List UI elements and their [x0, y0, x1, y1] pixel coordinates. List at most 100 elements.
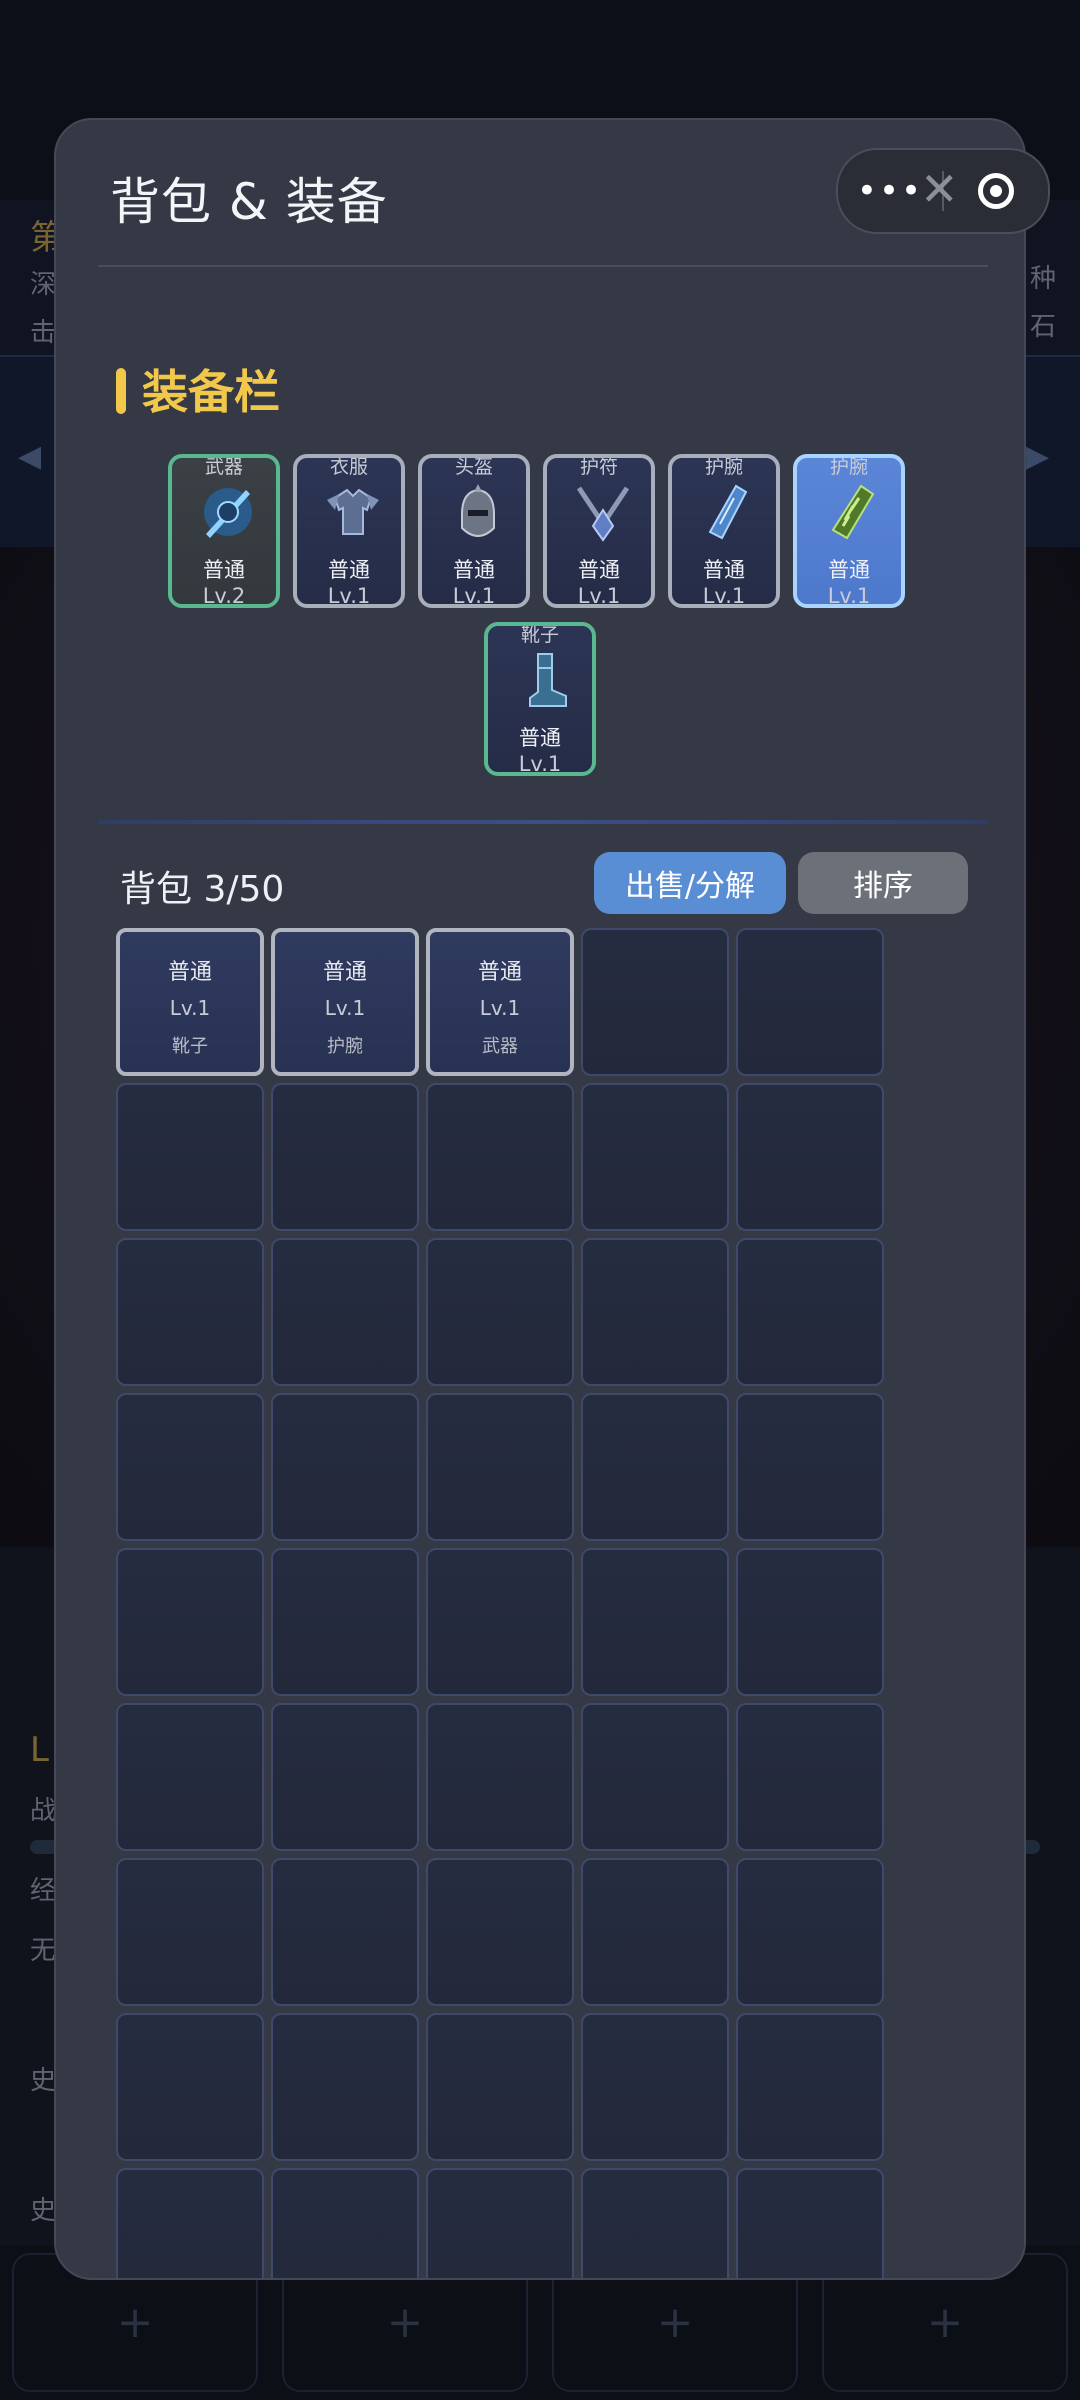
equip-slot-level: Lv.1	[827, 584, 871, 608]
equip-slot-rarity: 普通	[578, 558, 620, 582]
equip-slot-level: Lv.1	[702, 584, 746, 608]
bag-slot[interactable]	[426, 1238, 574, 1386]
bag-item[interactable]: 普通 Lv.1 护腕	[271, 928, 419, 1076]
background-text-fragment: 史	[30, 2196, 57, 2226]
equip-slot-type: 护符	[579, 456, 618, 478]
bag-slot[interactable]	[581, 1083, 729, 1231]
helmet-icon	[461, 484, 495, 538]
bag-slot[interactable]	[116, 2013, 264, 2161]
bag-slot[interactable]	[271, 2013, 419, 2161]
bag-slot[interactable]	[426, 2168, 574, 2278]
background-text-fragment: 无	[30, 1936, 57, 1966]
bag-slot[interactable]	[736, 1393, 884, 1541]
bag-item-level: Lv.1	[479, 996, 521, 1020]
right-arrow-icon: ▶	[1026, 439, 1050, 474]
bag-title: 背包 3/50	[120, 869, 285, 910]
bag-slot[interactable]	[271, 1548, 419, 1696]
equip-slot-clothes[interactable]: 衣服 普通 Lv.1	[293, 454, 405, 608]
bag-slot[interactable]	[271, 2168, 419, 2278]
bag-slot[interactable]	[116, 1238, 264, 1386]
sell-dismantle-button[interactable]: 出售/分解	[594, 852, 786, 914]
bag-slot[interactable]	[271, 1393, 419, 1541]
bag-slot[interactable]	[736, 1238, 884, 1386]
equip-slot-rarity: 普通	[703, 558, 745, 582]
bag-slot[interactable]	[736, 1548, 884, 1696]
bag-item-rarity: 普通	[477, 960, 522, 985]
equip-slot-rarity: 普通	[519, 726, 561, 750]
equip-slot-rarity: 普通	[328, 558, 370, 582]
bag-slot[interactable]	[426, 1548, 574, 1696]
bag-slot[interactable]	[581, 928, 729, 1076]
bag-item-level: Lv.1	[324, 996, 366, 1020]
bag-slot[interactable]	[581, 1858, 729, 2006]
armor-icon	[327, 488, 379, 535]
close-icon[interactable]: ✕	[920, 166, 959, 212]
bag-item-type: 护腕	[327, 1036, 363, 1057]
bag-slot[interactable]	[426, 1393, 574, 1541]
sword-shield-icon	[204, 488, 252, 538]
bag-slot[interactable]	[736, 1083, 884, 1231]
equip-slot-rarity: 普通	[828, 558, 870, 582]
bag-item-rarity: 普通	[167, 960, 212, 985]
equip-slot-amulet[interactable]: 护符 普通 Lv.1	[543, 454, 655, 608]
equip-slot-type: 靴子	[520, 624, 559, 646]
bag-slot[interactable]	[271, 1083, 419, 1231]
bag-slot[interactable]	[271, 1238, 419, 1386]
equip-slot-type: 头盔	[454, 456, 493, 478]
section-divider	[98, 820, 988, 824]
bag-slot[interactable]	[116, 1083, 264, 1231]
bag-slot[interactable]	[736, 2168, 884, 2278]
equip-slot-rarity: 普通	[203, 558, 245, 582]
bag-slot[interactable]	[116, 1703, 264, 1851]
background-text-fragment: L	[30, 1730, 49, 1770]
bag-slot[interactable]	[426, 1083, 574, 1231]
background-text-fragment: 经	[30, 1876, 57, 1906]
equip-slot-bracer[interactable]: 护腕 普通 Lv.1	[668, 454, 780, 608]
equip-slot-type: 护腕	[829, 456, 868, 478]
bag-equipment-modal: 背包 & 装备 装备栏 武器 普通 Lv.2 衣服 普通 Lv.1 头盔 普通 …	[54, 118, 1026, 2280]
background-text-fragment: 深	[30, 270, 57, 300]
equip-slot-type: 护腕	[704, 456, 743, 478]
bag-slot[interactable]	[736, 1858, 884, 2006]
bag-slot[interactable]	[581, 2168, 729, 2278]
modal-title: 背包 & 装备	[110, 173, 388, 231]
bag-slot[interactable]	[116, 1393, 264, 1541]
background-text-fragment: 击	[30, 318, 57, 348]
bag-item-rarity: 普通	[322, 960, 367, 985]
equip-slot-type: 武器	[204, 456, 243, 478]
bag-slot[interactable]	[736, 2013, 884, 2161]
bag-slot[interactable]	[736, 928, 884, 1076]
background-text-fragment: 种	[1030, 264, 1057, 294]
bag-slot[interactable]	[581, 1238, 729, 1386]
sort-button[interactable]: 排序	[798, 852, 968, 914]
equip-slot-boots[interactable]: 靴子 普通 Lv.1	[484, 622, 596, 776]
bag-slot[interactable]	[116, 1548, 264, 1696]
equip-slot-level: Lv.1	[577, 584, 621, 608]
bag-slot[interactable]	[581, 1548, 729, 1696]
bag-item[interactable]: 普通 Lv.1 武器	[426, 928, 574, 1076]
background-text-fragment: 战	[30, 1796, 57, 1826]
bag-slot[interactable]	[271, 1703, 419, 1851]
bag-slot[interactable]	[116, 1858, 264, 2006]
close-circle-icon[interactable]	[944, 173, 1048, 209]
equip-slot-level: Lv.2	[202, 584, 246, 608]
bag-slot[interactable]	[581, 2013, 729, 2161]
bag-slot[interactable]	[581, 1703, 729, 1851]
equip-slot-level: Lv.1	[452, 584, 496, 608]
equip-slot-rarity: 普通	[453, 558, 495, 582]
equip-slot-helmet[interactable]: 头盔 普通 Lv.1	[418, 454, 530, 608]
bag-item-level: Lv.1	[169, 996, 211, 1020]
bag-slot[interactable]	[581, 1393, 729, 1541]
bag-slot[interactable]	[736, 1703, 884, 1851]
bag-slot[interactable]	[426, 1858, 574, 2006]
bag-item-type: 靴子	[172, 1036, 208, 1057]
bag-slot[interactable]	[426, 1703, 574, 1851]
bag-slot[interactable]	[426, 2013, 574, 2161]
equip-slot-weapon[interactable]: 武器 普通 Lv.2	[168, 454, 280, 608]
bag-slot[interactable]	[116, 2168, 264, 2278]
bag-slot[interactable]	[271, 1858, 419, 2006]
equip-slot-bracer-selected[interactable]: 护腕 普通 Lv.1	[793, 454, 905, 608]
bag-item[interactable]: 普通 Lv.1 靴子	[116, 928, 264, 1076]
left-arrow-icon: ◀	[18, 439, 42, 474]
background-text-fragment: 史	[30, 2066, 57, 2096]
